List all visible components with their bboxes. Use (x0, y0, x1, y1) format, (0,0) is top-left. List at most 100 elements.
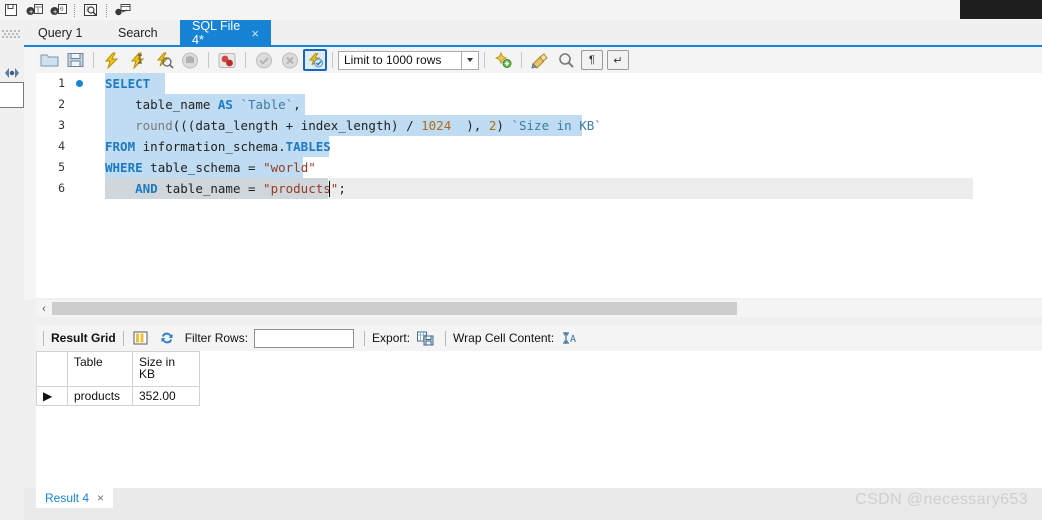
result-grid[interactable]: Table Size in KB ▶ products 352.00 (36, 351, 1042, 488)
editor-tab-bar: Query 1 Search SQL File 4* × (24, 19, 1042, 47)
toggle-word-wrap-icon[interactable]: ↵ (605, 48, 631, 72)
scrollbar-thumb[interactable] (52, 302, 737, 315)
code-line: table_name AS `Table`, (135, 97, 301, 112)
explain-statement-icon[interactable] (151, 48, 177, 72)
filter-rows-label: Filter Rows: (184, 331, 249, 345)
code-line: FROM information_schema.TABLES (105, 139, 331, 154)
limit-rows-select[interactable]: Limit to 1000 rows (338, 50, 462, 70)
tab-query-1[interactable]: Query 1 (26, 20, 104, 46)
toolbar-separator (521, 52, 522, 68)
navigator-toggle-icon[interactable] (4, 66, 20, 80)
execute-current-statement-icon[interactable] (125, 48, 151, 72)
editor-horizontal-scrollbar[interactable]: ‹ (36, 300, 1042, 317)
rollback-icon[interactable] (277, 48, 303, 72)
cell-table[interactable]: products (67, 386, 133, 406)
tab-label: Query 1 (38, 26, 83, 40)
svg-text:+: + (29, 8, 33, 16)
column-header-size-in-kb[interactable]: Size in KB (132, 351, 200, 387)
text-caret (329, 181, 330, 197)
wrap-glyph: ↵ (613, 54, 623, 67)
result-grid-label: Result Grid (51, 331, 116, 345)
tab-search[interactable]: Search (106, 20, 178, 46)
toggle-autocommit-icon[interactable] (303, 49, 327, 71)
line-number: 1 (58, 76, 65, 90)
code-line: AND table_name = "products"; (135, 181, 346, 196)
new-schema-icon[interactable] (0, 1, 22, 19)
stop-execution-icon[interactable] (177, 48, 203, 72)
wrap-cell-content-icon[interactable]: A (560, 329, 579, 348)
search-objects-icon[interactable] (80, 1, 102, 19)
tab-sql-file-4[interactable]: SQL File 4* × (180, 19, 271, 47)
result-toolbar: Result Grid Filter Rows: Export: Wrap Ce… (36, 325, 1042, 351)
toolbar-separator (245, 52, 246, 68)
tab-label: Search (118, 26, 158, 40)
limit-rows-label: Limit to 1000 rows (344, 53, 442, 67)
statement-marker-icon (76, 80, 83, 87)
table-header-row: Table Size in KB (36, 351, 200, 387)
filter-rows-input[interactable] (254, 328, 355, 348)
table-row[interactable]: ▶ products 352.00 (36, 386, 200, 406)
toggle-stop-on-error-icon[interactable] (214, 48, 240, 72)
tab-label: SQL File 4* (192, 19, 241, 47)
wrap-cell-content-label: Wrap Cell Content: (453, 331, 555, 345)
global-toolbar: + +0 (0, 0, 1042, 20)
toggle-invisible-chars-icon[interactable]: ¶ (579, 48, 605, 72)
code-area[interactable]: SELECT table_name AS `Table`, round(((da… (105, 73, 1042, 298)
open-sql-file-icon[interactable] (36, 48, 62, 72)
toolbar-separator (208, 52, 209, 68)
row-marker-header[interactable] (36, 351, 68, 387)
drag-grip[interactable] (2, 30, 22, 40)
toolbar-separator (484, 52, 485, 68)
toolbar-separator (364, 330, 366, 346)
toolbar-separator (122, 330, 124, 346)
row-marker-icon[interactable]: ▶ (36, 386, 68, 406)
global-toolbar-icons: + +0 (0, 0, 134, 20)
sql-editor-toolbar: Limit to 1000 rows ¶ ↵ (36, 47, 1042, 73)
left-rail (0, 20, 24, 500)
collapsed-panel-box[interactable] (0, 82, 24, 108)
svg-text:A: A (570, 334, 576, 345)
line-number: 2 (58, 97, 65, 111)
close-icon[interactable]: × (251, 27, 259, 40)
line-number-gutter: 1 2 3 4 5 6 (36, 73, 105, 298)
scrollbar-track[interactable] (52, 302, 1042, 315)
pilcrow-glyph: ¶ (589, 54, 595, 66)
screen-artifact-block (960, 0, 1042, 19)
export-recordset-icon[interactable] (416, 329, 435, 348)
line-number: 3 (58, 118, 65, 132)
sql-editor[interactable]: 1 2 3 4 5 6 SELECT table_name AS `Table`… (36, 73, 1042, 298)
code-line: SELECT (105, 76, 151, 91)
chevron-down-icon[interactable] (462, 50, 479, 70)
svg-text:0: 0 (60, 6, 64, 13)
new-connection-icon[interactable] (112, 1, 134, 19)
line-number: 6 (58, 181, 65, 195)
find-icon[interactable] (553, 48, 579, 72)
grid-view-icon[interactable] (131, 329, 150, 348)
export-label: Export: (372, 331, 411, 345)
watermark: CSDN @necessary653 (855, 491, 1028, 508)
editor-left-strip (24, 46, 36, 300)
code-line: WHERE table_schema = "world" (105, 160, 316, 175)
result-tab-result-4[interactable]: Result 4 × (36, 488, 114, 508)
toolbar-separator (445, 330, 447, 346)
close-icon[interactable]: × (97, 491, 104, 505)
line-number: 5 (58, 160, 65, 174)
cell-size-in-kb[interactable]: 352.00 (132, 386, 200, 406)
commit-icon[interactable] (251, 48, 277, 72)
save-sql-file-icon[interactable] (62, 48, 88, 72)
column-header-label: Table (74, 355, 103, 369)
toolbar-separator (74, 3, 76, 17)
clear-sql-icon[interactable] (527, 48, 553, 72)
svg-text:+: + (53, 8, 57, 16)
new-table-icon[interactable]: + (24, 1, 46, 19)
beautify-sql-icon[interactable] (490, 48, 516, 72)
new-view-icon[interactable]: +0 (48, 1, 70, 19)
execute-statement-icon[interactable] (99, 48, 125, 72)
scroll-left-icon[interactable]: ‹ (36, 300, 52, 317)
column-header-table[interactable]: Table (67, 351, 133, 387)
toolbar-separator (93, 52, 94, 68)
toolbar-separator (332, 52, 333, 68)
refresh-icon[interactable] (158, 329, 177, 348)
code-line: round(((data_length + index_length) / 10… (135, 118, 602, 133)
result-grid-table: Table Size in KB ▶ products 352.00 (36, 351, 200, 406)
